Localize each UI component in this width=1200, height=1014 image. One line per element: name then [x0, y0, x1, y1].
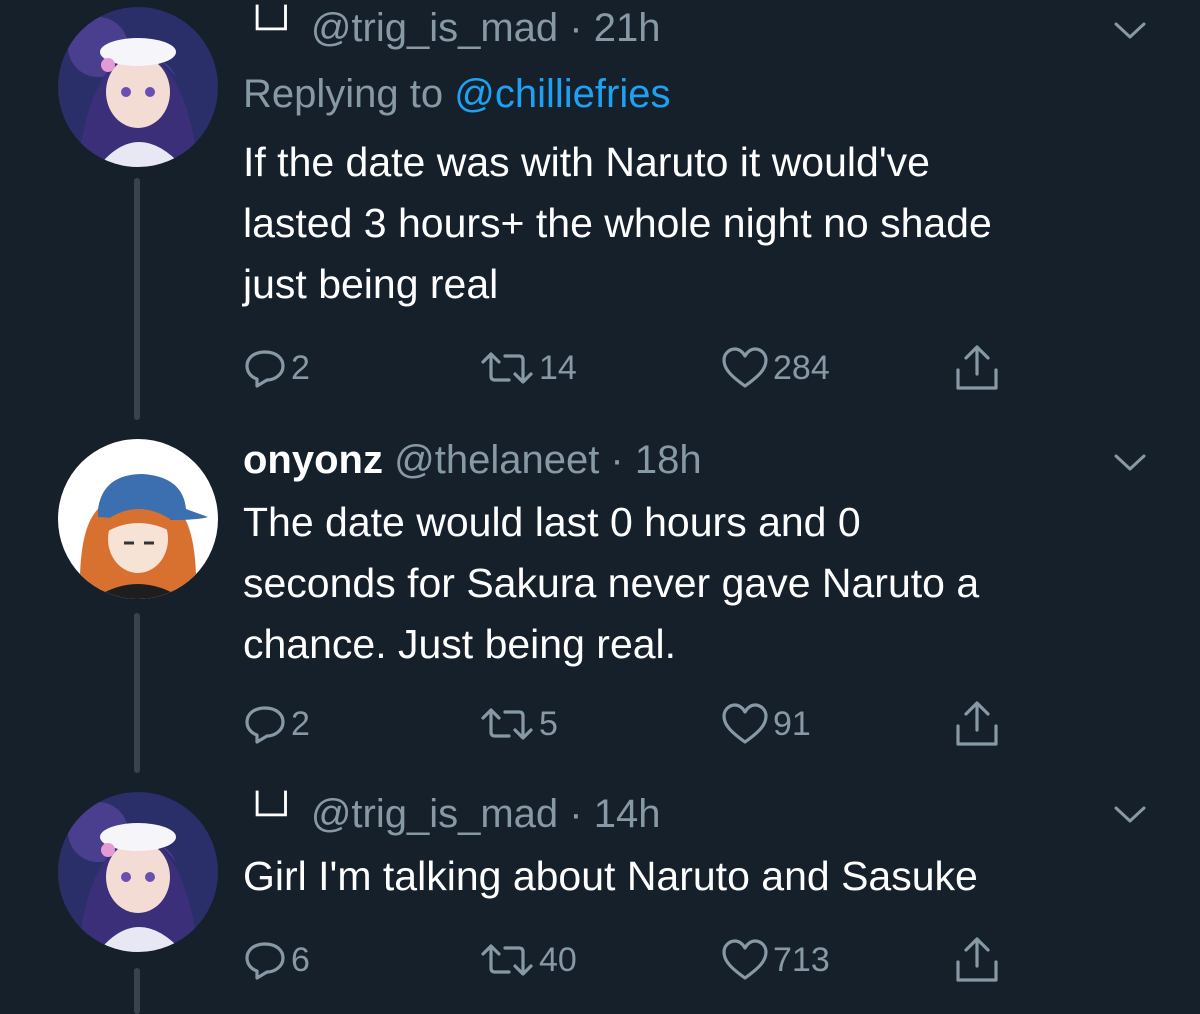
like-count: 91 [773, 704, 811, 743]
like-count: 713 [773, 940, 830, 979]
thread-line [134, 178, 140, 420]
share-button[interactable] [953, 700, 1001, 748]
handle[interactable]: @thelaneet [394, 438, 599, 482]
retweet-icon [481, 708, 533, 740]
like-icon [722, 703, 768, 744]
tweet-text-line: lasted 3 hours+ the whole night no shade [243, 200, 992, 246]
like-button[interactable]: 713 [721, 936, 830, 984]
timestamp[interactable]: 18h [635, 438, 702, 482]
reply-icon [245, 942, 285, 980]
tweet-header: └┘ @trig_is_mad · 14h [243, 790, 660, 838]
like-button[interactable]: 284 [721, 344, 830, 392]
chevron-down-icon[interactable] [1112, 18, 1148, 42]
tweet-3[interactable]: └┘ @trig_is_mad · 14h Girl I'm talking a… [0, 780, 1200, 1014]
like-icon [722, 939, 768, 980]
share-icon [956, 937, 998, 982]
retweet-button[interactable]: 14 [479, 344, 577, 392]
tweet-header: └┘ @trig_is_mad · 21h [243, 4, 660, 52]
handle[interactable]: @trig_is_mad [311, 6, 558, 50]
tweet-text-line: seconds for Sakura never gave Naruto a [243, 560, 980, 606]
avatar[interactable] [58, 439, 218, 599]
tweet-text-line: Girl I'm talking about Naruto and Sasuke [243, 853, 978, 899]
reply-count: 2 [291, 704, 310, 743]
display-name[interactable]: onyonz [243, 438, 383, 482]
share-icon [956, 701, 998, 746]
like-count: 284 [773, 348, 830, 387]
chevron-down-icon[interactable] [1112, 450, 1148, 474]
reply-button[interactable]: 2 [243, 344, 310, 392]
display-name[interactable]: └┘ [243, 792, 300, 836]
tweet-text-line: just being real [243, 261, 499, 307]
retweet-button[interactable]: 40 [479, 936, 577, 984]
tweet-text: Girl I'm talking about Naruto and Sasuke [243, 846, 1143, 907]
action-bar: 2 14 284 [243, 344, 1043, 392]
reply-icon [245, 350, 285, 388]
tweet-2[interactable]: onyonz @thelaneet · 18h The date would l… [0, 420, 1200, 780]
share-button[interactable] [953, 344, 1001, 392]
tweet-text-line: If the date was with Naruto it would've [243, 139, 930, 185]
thread-line [134, 613, 140, 773]
tweet-text: The date would last 0 hours and 0 second… [243, 492, 1143, 675]
reply-icon [245, 706, 285, 744]
timestamp[interactable]: 14h [594, 792, 661, 836]
chevron-down-icon[interactable] [1112, 802, 1148, 826]
retweet-icon [481, 352, 533, 384]
separator: · [558, 6, 594, 50]
retweet-count: 40 [539, 940, 577, 979]
avatar[interactable] [58, 7, 218, 167]
like-button[interactable]: 91 [721, 700, 811, 748]
retweet-count: 14 [539, 348, 577, 387]
reply-count: 6 [291, 940, 310, 979]
tweet-text-line: chance. Just being real. [243, 621, 677, 667]
replying-prefix: Replying to [243, 72, 455, 116]
retweet-icon [481, 944, 533, 976]
separator: · [558, 792, 594, 836]
handle[interactable]: @trig_is_mad [311, 792, 558, 836]
action-bar: 2 5 91 [243, 700, 1043, 748]
separator: · [599, 438, 635, 482]
reply-count: 2 [291, 348, 310, 387]
action-bar: 6 40 713 [243, 936, 1043, 984]
tweet-text-line: The date would last 0 hours and 0 [243, 499, 861, 545]
tweet-text: If the date was with Naruto it would've … [243, 132, 1143, 315]
like-icon [722, 347, 768, 388]
timestamp[interactable]: 21h [594, 6, 661, 50]
thread-line [134, 968, 140, 1014]
retweet-button[interactable]: 5 [479, 700, 558, 748]
avatar[interactable] [58, 792, 218, 952]
replying-to: Replying to @chilliefries [243, 70, 670, 118]
share-icon [956, 345, 998, 390]
tweet-header: onyonz @thelaneet · 18h [243, 436, 702, 484]
mention-link[interactable]: @chilliefries [454, 72, 670, 116]
display-name[interactable]: └┘ [243, 6, 300, 50]
reply-button[interactable]: 2 [243, 700, 310, 748]
share-button[interactable] [953, 936, 1001, 984]
tweet-1[interactable]: └┘ @trig_is_mad · 21h Replying to @chill… [0, 0, 1200, 420]
reply-button[interactable]: 6 [243, 936, 310, 984]
retweet-count: 5 [539, 704, 558, 743]
